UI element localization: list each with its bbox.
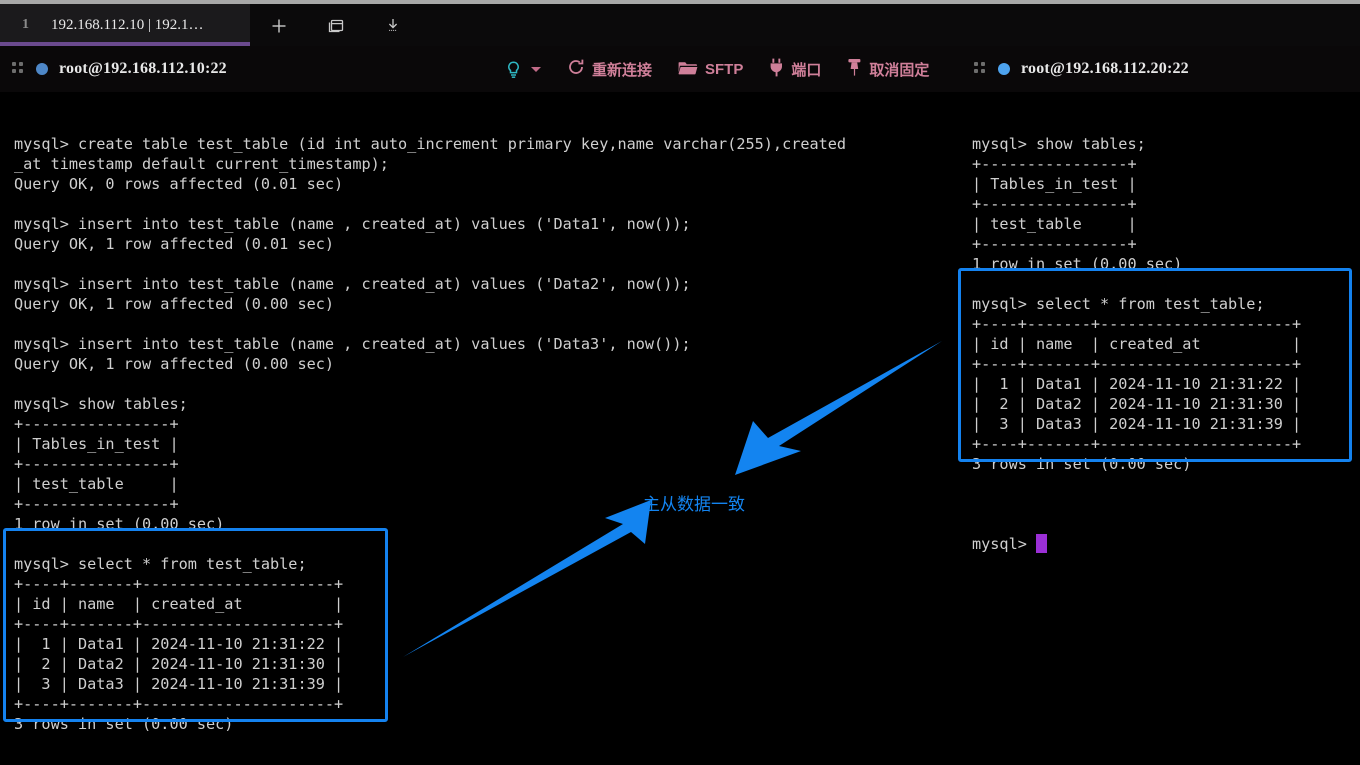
folder-icon	[678, 59, 698, 80]
terminal-line: +----------------+	[14, 494, 959, 514]
terminal-line	[14, 314, 959, 334]
reconnect-label: 重新连接	[592, 59, 652, 80]
terminal-prompt-right: mysql>	[972, 534, 1360, 554]
sftp-label: SFTP	[705, 61, 743, 78]
terminal-line: +----------------+	[14, 414, 959, 434]
terminal-output-right: mysql> show tables;+----------------+| T…	[972, 134, 1360, 494]
pin-icon	[847, 58, 862, 81]
terminal-line	[972, 274, 1360, 294]
terminal-line: +----------------+	[14, 454, 959, 474]
tab-index-label: 1	[22, 17, 29, 33]
terminal-line: 1 row in set (0.00 sec)	[972, 254, 1360, 274]
terminal-line	[14, 534, 959, 554]
plug-icon	[769, 58, 784, 81]
terminal-line: | Tables_in_test |	[972, 174, 1360, 194]
terminal-line: +----------------+	[972, 154, 1360, 174]
terminal-line: mysql> select * from test_table;	[972, 294, 1360, 314]
terminal-line: 1 row in set (0.00 sec)	[14, 514, 959, 534]
terminal-line: Query OK, 1 row affected (0.00 sec)	[14, 294, 959, 314]
terminal-line: Query OK, 1 row affected (0.01 sec)	[14, 234, 959, 254]
terminal-line: | test_table |	[972, 214, 1360, 234]
unpin-button[interactable]: 取消固定	[847, 46, 929, 92]
terminal-line: Query OK, 0 rows affected (0.01 sec)	[14, 174, 959, 194]
terminal-line: | id | name | created_at |	[972, 334, 1360, 354]
terminal-line: | 3 | Data3 | 2024-11-10 21:31:39 |	[972, 414, 1360, 434]
reconnect-button[interactable]: 重新连接	[567, 46, 652, 92]
drag-grip-icon[interactable]	[974, 62, 986, 76]
session-header-left[interactable]: root@192.168.112.10:22	[12, 46, 227, 92]
terminal-line: +----------------+	[972, 234, 1360, 254]
lightbulb-icon	[505, 60, 522, 79]
session-title-left: root@192.168.112.10:22	[59, 60, 227, 78]
connection-status-dot-right	[998, 63, 1010, 75]
terminal-line: Query OK, 1 row affected (0.00 sec)	[14, 354, 959, 374]
prompt-label: mysql>	[972, 535, 1036, 553]
terminal-line: +----+-------+---------------------+	[14, 694, 959, 714]
window-split-icon[interactable]	[323, 13, 349, 39]
terminal-line	[14, 374, 959, 394]
terminal-line: | 1 | Data1 | 2024-11-10 21:31:22 |	[972, 374, 1360, 394]
hint-bulb-button[interactable]	[505, 46, 541, 92]
tab-bar: 1 192.168.112.10 | 192.1…	[0, 4, 1360, 46]
annotation-label: 主从数据一致	[643, 490, 745, 515]
terminal-line: mysql> show tables;	[972, 134, 1360, 154]
terminal-line: 3 rows in set (0.00 sec)	[14, 714, 959, 734]
terminal-line: | 3 | Data3 | 2024-11-10 21:31:39 |	[14, 674, 959, 694]
terminal-line: mysql> select * from test_table;	[14, 554, 959, 574]
terminal-output-left: mysql> create table test_table (id int a…	[14, 134, 959, 754]
terminal-line: mysql> insert into test_table (name , cr…	[14, 274, 959, 294]
terminal-line: _at timestamp default current_timestamp)…	[14, 154, 959, 174]
terminal-line	[972, 474, 1360, 494]
terminal-line	[14, 734, 959, 754]
drag-grip-icon[interactable]	[12, 62, 24, 76]
terminal-line	[14, 254, 959, 274]
sftp-button[interactable]: SFTP	[678, 46, 743, 92]
terminal-line: | id | name | created_at |	[14, 594, 959, 614]
text-cursor	[1036, 534, 1047, 553]
refresh-icon	[567, 58, 585, 80]
terminal-line: mysql> show tables;	[14, 394, 959, 414]
terminal-line: +----+-------+---------------------+	[14, 574, 959, 594]
terminal-line: | Tables_in_test |	[14, 434, 959, 454]
terminal-line: mysql> insert into test_table (name , cr…	[14, 334, 959, 354]
chevron-down-icon[interactable]	[531, 67, 541, 72]
terminal-line: mysql> create table test_table (id int a…	[14, 134, 959, 154]
terminal-line: +----+-------+---------------------+	[972, 434, 1360, 454]
terminal-line: | 2 | Data2 | 2024-11-10 21:31:30 |	[972, 394, 1360, 414]
port-button[interactable]: 端口	[769, 46, 821, 92]
terminal-line: 3 rows in set (0.00 sec)	[972, 454, 1360, 474]
terminal-pane-right[interactable]: mysql> show tables;+----------------+| T…	[972, 94, 1360, 765]
terminal-pane-left[interactable]: mysql> create table test_table (id int a…	[14, 94, 959, 765]
unpin-label: 取消固定	[869, 59, 929, 80]
terminal-line	[14, 194, 959, 214]
terminal-line: +----+-------+---------------------+	[14, 614, 959, 634]
tab-title-label: 192.168.112.10 | 192.1…	[51, 17, 203, 34]
port-label: 端口	[791, 59, 821, 80]
terminal-line: mysql> insert into test_table (name , cr…	[14, 214, 959, 234]
session-header-right[interactable]: root@192.168.112.20:22	[974, 46, 1189, 92]
terminal-app-window: 1 192.168.112.10 | 192.1…	[0, 0, 1360, 765]
terminal-line: +----+-------+---------------------+	[972, 354, 1360, 374]
plus-icon[interactable]	[266, 13, 292, 39]
download-icon[interactable]	[380, 13, 406, 39]
terminal-line: | 1 | Data1 | 2024-11-10 21:31:22 |	[14, 634, 959, 654]
session-title-right: root@192.168.112.20:22	[1021, 60, 1189, 78]
session-toolbar: 重新连接 SFTP 端口	[505, 46, 929, 92]
terminal-line: +----+-------+---------------------+	[972, 314, 1360, 334]
connection-status-dot-left	[36, 63, 48, 75]
terminal-line: | 2 | Data2 | 2024-11-10 21:31:30 |	[14, 654, 959, 674]
terminal-line: | test_table |	[14, 474, 959, 494]
terminal-line: +----------------+	[972, 194, 1360, 214]
tab-session-1[interactable]: 1 192.168.112.10 | 192.1…	[0, 4, 250, 46]
